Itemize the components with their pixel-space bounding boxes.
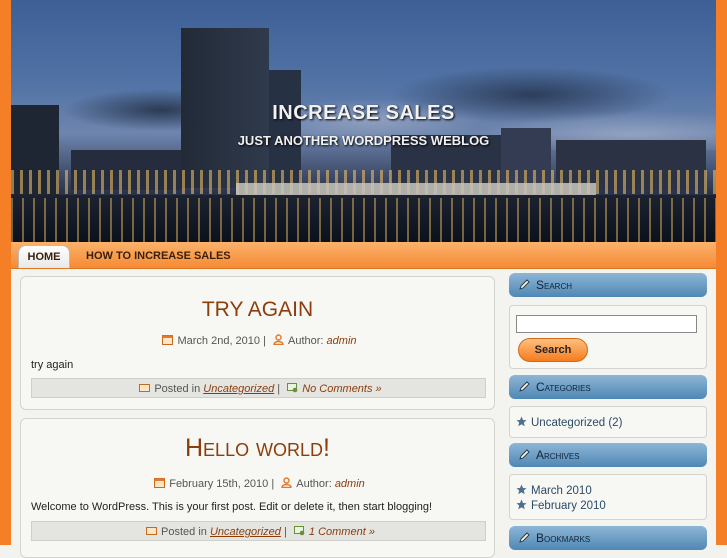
pencil-icon	[519, 449, 530, 460]
post: TRY AGAIN March 2nd, 2010 | Author: admi…	[20, 276, 495, 410]
post-title[interactable]: TRY AGAIN	[21, 298, 494, 322]
user-icon	[273, 334, 284, 345]
post-meta: March 2nd, 2010 | Author: admin	[21, 334, 494, 347]
widget-title: Archives	[536, 448, 580, 462]
widget-title: Categories	[536, 380, 591, 394]
pencil-icon	[519, 532, 530, 543]
comments-link[interactable]: No Comments »	[302, 383, 381, 395]
user-icon	[281, 477, 292, 488]
search-button[interactable]: Search	[518, 338, 588, 362]
calendar-icon	[154, 478, 166, 488]
archives-widget: March 2010 February 2010	[509, 474, 707, 520]
star-icon	[516, 484, 527, 495]
categories-widget: Uncategorized (2)	[509, 406, 707, 438]
archive-link[interactable]: March 2010	[531, 485, 592, 497]
star-icon	[516, 416, 527, 427]
folder-icon	[146, 527, 158, 535]
category-link[interactable]: Uncategorized	[203, 383, 274, 395]
post: Hello world! February 15th, 2010 | Autho…	[20, 418, 495, 558]
list-item[interactable]: Uncategorized (2)	[516, 416, 622, 429]
author-label: Author:	[296, 478, 332, 490]
post-date: February 15th, 2010	[169, 478, 269, 490]
post-footer: Posted in Uncategorized | No Comments »	[31, 378, 486, 398]
site-description: JUST ANOTHER WORDPRESS WEBLOG	[237, 133, 490, 148]
widget-header-categories: Categories	[509, 375, 707, 399]
widget-title: Bookmarks	[536, 531, 591, 545]
star-icon	[516, 499, 527, 510]
post-author-link[interactable]: admin	[335, 478, 365, 490]
post-author-link[interactable]: admin	[327, 335, 357, 347]
post-title[interactable]: Hello world!	[21, 434, 494, 463]
post-meta: February 15th, 2010 | Author: admin	[21, 477, 494, 490]
widget-header-archives: Archives	[509, 443, 707, 467]
widget-header-bookmarks: Bookmarks	[509, 526, 707, 550]
list-item[interactable]: February 2010	[516, 499, 606, 512]
post-excerpt: try again	[31, 359, 74, 371]
site-title[interactable]: INCREASE SALES	[11, 102, 716, 125]
nav-item-how-to-increase-sales[interactable]: HOW TO INCREASE SALES	[86, 245, 231, 267]
category-link[interactable]: Uncategorized	[210, 526, 281, 538]
header-banner: INCREASE SALES JUST ANOTHER WORDPRESS WE…	[11, 0, 716, 242]
post-excerpt: Welcome to WordPress. This is your first…	[31, 501, 433, 513]
widget-title: Search	[536, 278, 573, 292]
posted-in-label: Posted in	[154, 383, 201, 395]
post-date: March 2nd, 2010	[177, 335, 261, 347]
pencil-icon	[519, 279, 530, 290]
pencil-icon	[519, 381, 530, 392]
list-item[interactable]: March 2010	[516, 484, 592, 497]
category-link[interactable]: Uncategorized (2)	[531, 417, 622, 429]
nav-item-home[interactable]: HOME	[18, 245, 70, 268]
author-label: Author:	[288, 335, 324, 347]
comment-icon	[287, 383, 298, 393]
comments-link[interactable]: 1 Comment »	[309, 526, 375, 538]
folder-icon	[139, 384, 151, 392]
search-input[interactable]	[516, 315, 697, 333]
water-reflections	[11, 198, 716, 242]
widget-header-search: Search	[509, 273, 707, 297]
archive-link[interactable]: February 2010	[531, 500, 606, 512]
post-footer: Posted in Uncategorized | 1 Comment »	[31, 521, 486, 541]
main-nav: HOME HOW TO INCREASE SALES	[11, 242, 716, 269]
calendar-icon	[162, 335, 174, 345]
comment-icon	[293, 526, 305, 536]
posted-in-label: Posted in	[161, 526, 207, 538]
search-widget: Search	[509, 305, 707, 369]
